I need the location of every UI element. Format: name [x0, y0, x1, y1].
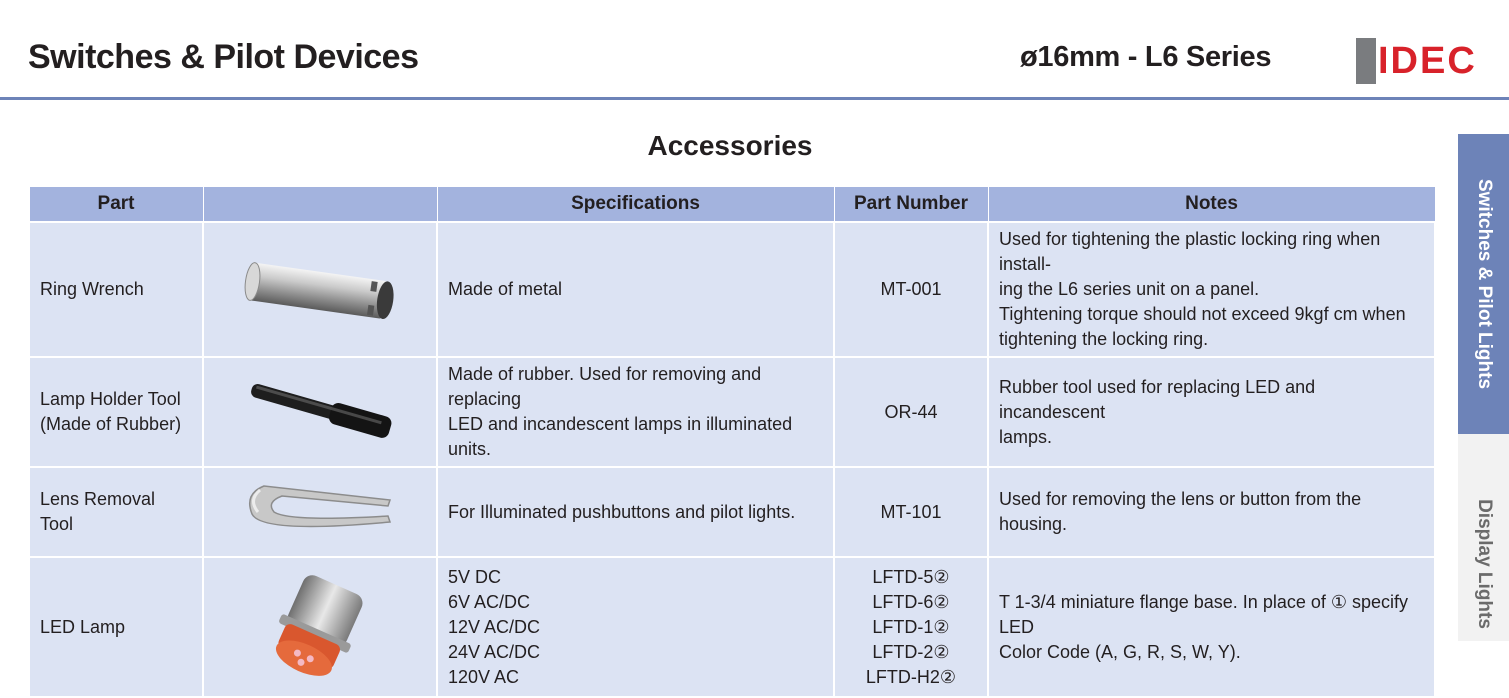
ring-wrench-image — [244, 261, 394, 319]
column-header-part: Part — [28, 186, 204, 223]
series-title: ø16mm - L6 Series — [1020, 41, 1272, 73]
logo-text: IDEC — [1378, 39, 1477, 82]
column-header-notes: Notes — [987, 186, 1436, 223]
spec-cell: Made of rubber. Used for removing and re… — [436, 356, 835, 468]
idec-logo: IDEC — [1356, 38, 1477, 84]
column-header-specifications: Specifications — [436, 186, 835, 223]
lamp-holder-tool-image — [251, 383, 392, 438]
header-divider — [0, 97, 1509, 100]
part-image-cell — [202, 221, 438, 358]
notes-cell: T 1-3/4 miniature flange base. In place … — [987, 556, 1436, 698]
spec-cell: For Illuminated pushbuttons and pilot li… — [436, 466, 835, 558]
table-row: Lens Removal Tool For Illuminated pushbu… — [28, 466, 1436, 558]
part-image-cell — [202, 556, 438, 698]
part-cell: Lens Removal Tool — [28, 466, 204, 558]
side-tab-switches-pilot-lights[interactable]: Switches & Pilot Lights — [1458, 134, 1509, 434]
side-tab-label: Switches & Pilot Lights — [1473, 178, 1495, 390]
table-row: Lamp Holder Tool (Made of Rubber) Made o… — [28, 356, 1436, 468]
part-number-cell: LFTD-5② LFTD-6② LFTD-1② LFTD-2② LFTD-H2② — [833, 556, 989, 698]
notes-cell: Used for removing the lens or button fro… — [987, 466, 1436, 558]
notes-cell: Used for tightening the plastic locking … — [987, 221, 1436, 358]
spec-cell: 5V DC 6V AC/DC 12V AC/DC 24V AC/DC 120V … — [436, 556, 835, 698]
part-number-cell: MT-001 — [833, 221, 989, 358]
part-image-cell — [202, 356, 438, 468]
accessories-table: Part Specifications Part Number Notes Ri… — [28, 186, 1436, 698]
led-lamp-image — [275, 575, 363, 676]
part-number-cell: MT-101 — [833, 466, 989, 558]
side-tab-display-lights[interactable]: Display Lights — [1458, 434, 1509, 641]
logo-bar — [1356, 38, 1376, 84]
table-row: LED Lamp 5V DC 6V AC/DC 12V AC/DC 24V AC… — [28, 556, 1436, 698]
part-number-cell: OR-44 — [833, 356, 989, 468]
column-header-image — [202, 186, 438, 223]
spec-cell: Made of metal — [436, 221, 835, 358]
part-cell: LED Lamp — [28, 556, 204, 698]
page-title: Switches & Pilot Devices — [28, 38, 419, 76]
column-header-part-number: Part Number — [833, 186, 989, 223]
notes-cell: Rubber tool used for replacing LED and i… — [987, 356, 1436, 468]
section-heading: Accessories — [647, 130, 813, 161]
table-row: Ring Wrench Made of metal MT-001 Used fo… — [28, 221, 1436, 358]
part-cell: Ring Wrench — [28, 221, 204, 358]
lens-removal-tool-image — [249, 485, 392, 528]
table-header-row: Part Specifications Part Number Notes — [28, 186, 1436, 223]
side-tab-label: Display Lights — [1473, 499, 1495, 629]
part-cell: Lamp Holder Tool (Made of Rubber) — [28, 356, 204, 468]
part-image-cell — [202, 466, 438, 558]
